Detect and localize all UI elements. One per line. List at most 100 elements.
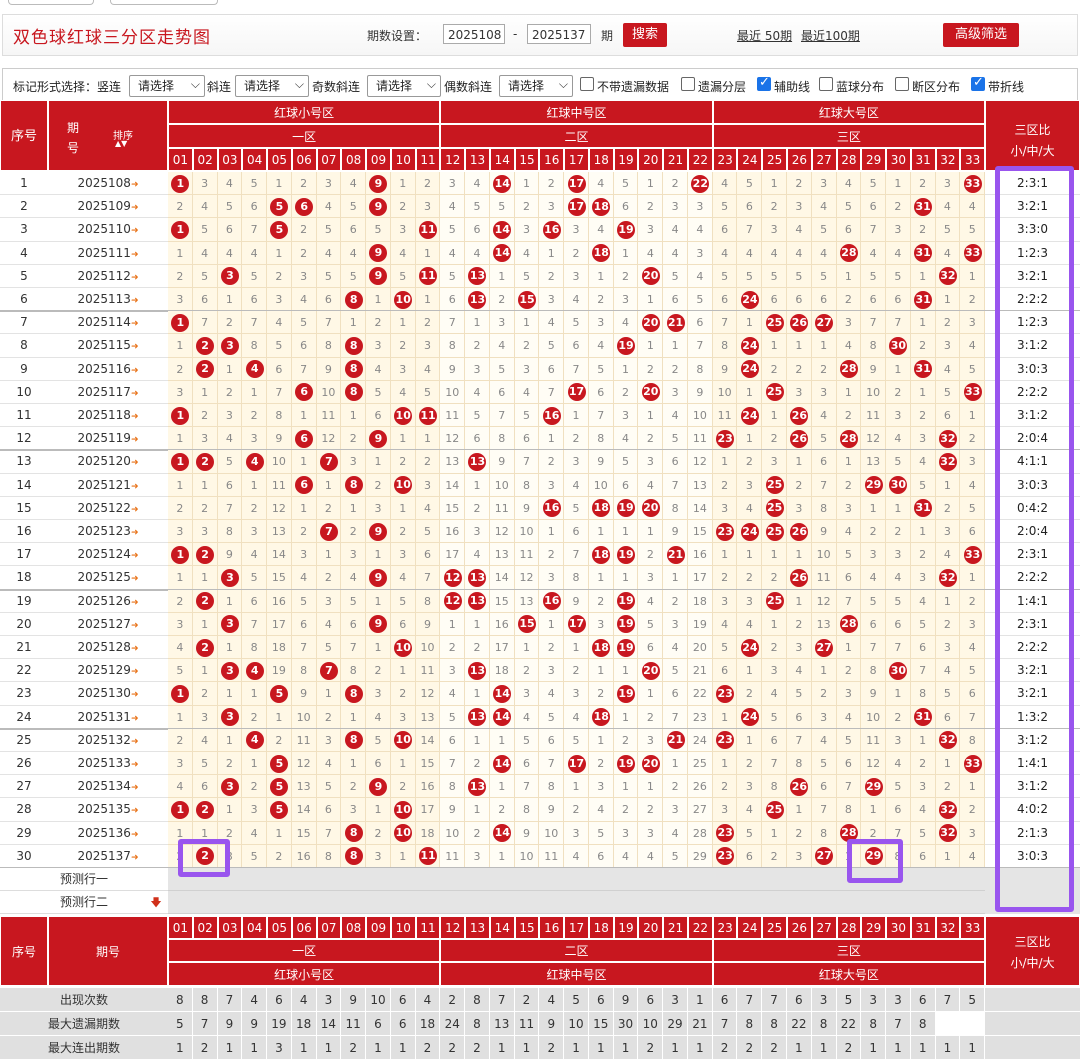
miss-layer-checkbox[interactable] (681, 77, 695, 91)
number-cell: 6 (787, 705, 812, 729)
even-oblique-select[interactable]: 请选择 (499, 74, 573, 97)
row-period[interactable]: 2025108➜ (48, 172, 168, 196)
row-period[interactable]: 2025110➜ (48, 218, 168, 242)
search-button[interactable]: 搜索 (623, 23, 667, 47)
row-period[interactable]: 2025124➜ (48, 543, 168, 567)
drawn-ball: 25 (765, 592, 784, 611)
zone-break-checkbox[interactable] (895, 77, 909, 91)
row-period[interactable]: 2025114➜ (48, 311, 168, 335)
oblique-select[interactable]: 请选择 (235, 74, 309, 97)
stat-value: 1 (687, 1036, 713, 1060)
row-period[interactable]: 2025132➜ (48, 729, 168, 752)
row-period[interactable]: 2025109➜ (48, 195, 168, 219)
drawn-ball: 17 (567, 383, 586, 402)
number-cell: 1 (935, 473, 961, 497)
number-cell: 1 (192, 380, 218, 404)
odd-oblique-select[interactable]: 请选择 (367, 74, 441, 97)
row-period[interactable]: 2025115➜ (48, 334, 168, 358)
number-cell: 5 (737, 264, 763, 288)
number-cell: 19 (687, 612, 713, 636)
polyline-checkbox[interactable] (971, 75, 985, 91)
row-period[interactable]: 2025125➜ (48, 566, 168, 590)
number-cell: 4 (465, 543, 490, 567)
row-period[interactable]: 2025126➜ (48, 590, 168, 613)
row-period[interactable]: 2025123➜ (48, 520, 168, 544)
number-cell: 3 (613, 404, 639, 428)
advanced-filter-button[interactable]: 高级筛选 (943, 23, 1019, 47)
period-to-input[interactable]: 2025137 (527, 24, 591, 44)
row-period[interactable]: 2025117➜ (48, 381, 168, 404)
number-cell: 10 (811, 543, 837, 567)
number-cell: 5 (440, 705, 466, 729)
row-period[interactable]: 2025121➜ (48, 474, 168, 497)
number-cell: 2 (886, 705, 911, 729)
number-cell: 5 (316, 264, 342, 288)
number-cell: 8 (514, 473, 540, 497)
row-period[interactable]: 2025120➜ (48, 450, 168, 474)
drawn-ball: 18 (592, 499, 611, 518)
top-tab-stub[interactable] (8, 0, 94, 5)
row-seq: 25 (0, 729, 48, 752)
number-cell: 2 (886, 520, 911, 544)
drawn-ball: 27 (815, 313, 834, 332)
row-period[interactable]: 2025112➜ (48, 265, 168, 288)
row-period[interactable]: 2025137➜ (48, 845, 168, 868)
number-cell: 2 (564, 798, 589, 822)
number-cell: 19 (613, 636, 639, 660)
row-period[interactable]: 2025129➜ (48, 659, 168, 683)
row-period[interactable]: 2025119➜ (48, 427, 168, 451)
number-cell: 1 (712, 705, 738, 729)
drawn-ball: 10 (394, 731, 413, 750)
stat-value: 22 (836, 1012, 862, 1036)
number-cell: 7 (316, 311, 342, 335)
number-cell: 3 (539, 566, 565, 590)
number-cell: 4 (910, 798, 936, 822)
number-cell: 2 (291, 241, 317, 265)
row-period[interactable]: 2025113➜ (48, 288, 168, 312)
row-period[interactable]: 2025128➜ (48, 636, 168, 660)
number-cell: 8 (341, 821, 367, 845)
stat-value: 6 (787, 988, 812, 1012)
row-period[interactable]: 2025122➜ (48, 497, 168, 520)
row-period[interactable]: 2025136➜ (48, 822, 168, 845)
sort-arrows-icon[interactable]: ▲▼ (115, 139, 127, 148)
number-cell: 5 (588, 821, 614, 845)
aux-line-checkbox[interactable] (757, 75, 771, 91)
number-cell: 19 (613, 543, 639, 567)
period-from-input[interactable]: 2025108 (443, 24, 505, 44)
number-cell: 3 (836, 496, 862, 520)
number-cell: 24 (687, 728, 713, 752)
number-cell: 3 (341, 543, 367, 567)
row-period[interactable]: 2025130➜ (48, 682, 168, 706)
no-miss-checkbox[interactable] (580, 77, 594, 91)
recent-100-link[interactable]: 最近100期 (801, 27, 860, 44)
bottom-number-header: 32 (935, 916, 961, 939)
number-cell: 1 (217, 798, 243, 822)
number-cell: 3 (465, 357, 490, 381)
number-cell: 3 (737, 775, 763, 799)
vertical-select[interactable]: 请选择 (129, 74, 205, 97)
row-period[interactable]: 2025134➜ (48, 775, 168, 799)
row-period[interactable]: 2025116➜ (48, 358, 168, 381)
drawn-ball: 6 (295, 197, 314, 216)
row-period[interactable]: 2025111➜ (48, 242, 168, 265)
number-cell: 14 (489, 752, 515, 776)
number-cell: 6 (192, 775, 218, 799)
forecast-row[interactable] (168, 891, 986, 914)
row-period[interactable]: 2025127➜ (48, 613, 168, 636)
title-bar: 双色球红球三分区走势图 期数设置： 2025108 - 2025137 期 搜索… (2, 14, 1078, 56)
number-cell: 5 (267, 682, 292, 706)
blue-dist-checkbox[interactable] (819, 77, 833, 91)
recent-50-link[interactable]: 最近 50期 (737, 27, 792, 44)
drawn-ball: 4 (245, 661, 264, 680)
number-cell: 9 (687, 380, 713, 404)
top-tab-stub[interactable] (110, 0, 218, 5)
drawn-ball: 28 (839, 429, 858, 448)
row-period[interactable]: 2025131➜ (48, 706, 168, 729)
row-period[interactable]: 2025133➜ (48, 752, 168, 776)
number-cell: 7 (712, 311, 738, 335)
number-cell: 3 (737, 589, 763, 613)
drawn-ball: 9 (369, 429, 388, 448)
row-period[interactable]: 2025118➜ (48, 404, 168, 428)
row-period[interactable]: 2025135➜ (48, 798, 168, 822)
